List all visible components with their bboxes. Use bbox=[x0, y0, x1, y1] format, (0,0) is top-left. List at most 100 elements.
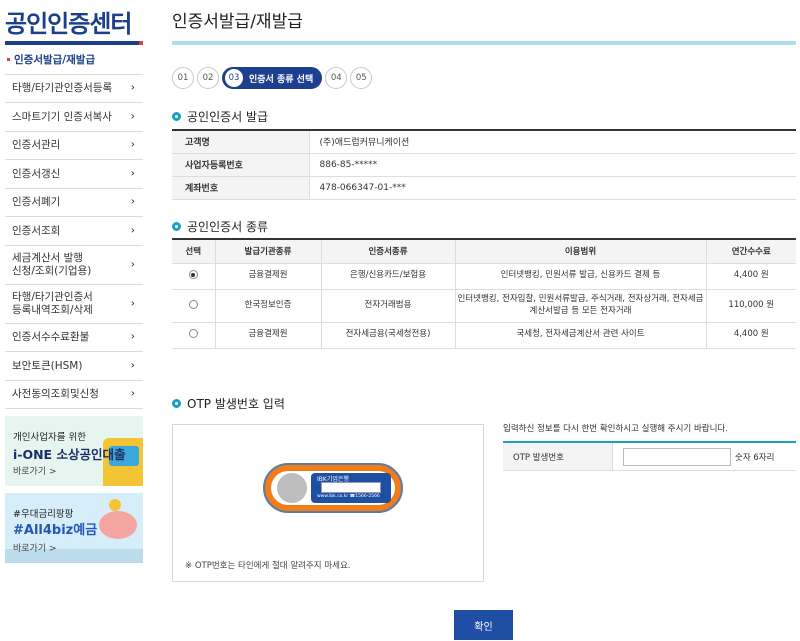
chevron-right-icon: › bbox=[130, 296, 135, 310]
sidebar-item-label: 인증서조회 bbox=[12, 224, 61, 237]
row-label: 계좌번호 bbox=[172, 176, 310, 200]
chevron-right-icon: › bbox=[130, 109, 135, 123]
section-bullet-icon bbox=[172, 112, 181, 121]
otp-number-input[interactable] bbox=[623, 447, 731, 466]
piggy-bank-icon bbox=[99, 511, 137, 539]
section-heading-cert-type: 공인인증서 종류 bbox=[172, 218, 268, 235]
sidebar-item-cert-revoke[interactable]: 인증서폐기 › bbox=[5, 189, 143, 217]
type-cell: 전자세금용(국세청전용) bbox=[321, 322, 456, 349]
type-cell: 전자거래범용 bbox=[321, 289, 456, 323]
otp-instruction: 입력하신 정보를 다시 한번 확인하시고 실행해 주시기 바랍니다. bbox=[503, 424, 728, 434]
otp-field-hint: 숫자 6자리 bbox=[735, 452, 775, 463]
customer-info-table: 고객명 (주)애드럽커뮤니케이션 사업자등록번호 886-85-***** 계좌… bbox=[172, 129, 796, 200]
scope-cell: 인터넷뱅킹, 전자입찰, 민원서류발급, 주식거래, 전자상거래, 전자세금계산… bbox=[455, 289, 707, 323]
sidebar-item-label: 인증서갱신 bbox=[12, 167, 61, 180]
otp-device-panel: IBK기업은행 www.ibk.co.kr ☎1566-2566 ※ OTP번호… bbox=[172, 424, 484, 582]
fee-cell: 4,400 원 bbox=[706, 263, 796, 290]
sidebar: 공인인증센터 인증서발급/재발급 타행/타기관인증서등록 › 스마트기기 인증서… bbox=[0, 0, 143, 641]
row-value: 478-066347-01-*** bbox=[309, 176, 796, 200]
step-03-active: 03 인증서 종류 선택 bbox=[222, 67, 323, 89]
table-row: 고객명 (주)애드럽커뮤니케이션 bbox=[172, 130, 796, 154]
chevron-right-icon: › bbox=[130, 80, 135, 94]
sidebar-item-smart-device-copy[interactable]: 스마트기기 인증서복사 › bbox=[5, 103, 143, 132]
table-row: 금융결제원 은행/신용카드/보험용 인터넷뱅킹, 민원서류 발급, 신용카드 결… bbox=[172, 263, 796, 290]
sidebar-item-hsm[interactable]: 보안토큰(HSM) › bbox=[5, 352, 143, 381]
sidebar-item-cert-renew[interactable]: 인증서갱신 › bbox=[5, 160, 143, 189]
select-cell bbox=[172, 263, 216, 290]
banner-all4biz-deposit[interactable]: #우대금리팡팡 #All4biz예금 바로가기 > bbox=[5, 493, 143, 563]
fee-cell: 4,400 원 bbox=[706, 322, 796, 349]
coin-icon bbox=[109, 499, 121, 511]
sidebar-item-label: 인증서발급/재발급 bbox=[14, 53, 96, 66]
banner-subtitle: 개인사업자를 위한 bbox=[13, 432, 86, 443]
table-row: 한국정보인증 전자거래범용 인터넷뱅킹, 전자입찰, 민원서류발급, 주식거래,… bbox=[172, 289, 796, 323]
step-02: 02 bbox=[197, 67, 219, 89]
sidebar-item-cert-issue[interactable]: 인증서발급/재발급 bbox=[5, 46, 143, 75]
select-cell bbox=[172, 289, 216, 323]
section-bullet-icon bbox=[172, 399, 181, 408]
sidebar-item-label: 스마트기기 인증서복사 bbox=[12, 110, 112, 123]
sidebar-item-tax-invoice[interactable]: 세금계산서 발행 신청/조회(기업용) › bbox=[5, 246, 143, 285]
active-bullet-icon bbox=[7, 58, 10, 61]
sidebar-item-label: 세금계산서 발행 신청/조회(기업용) bbox=[12, 252, 92, 277]
otp-input-table: OTP 발생번호 숫자 6자리 bbox=[503, 441, 796, 471]
step-indicator: 01 02 03 인증서 종류 선택 04 05 bbox=[172, 67, 375, 89]
sidebar-item-label: 타행/타기관인증서 등록내역조회/삭제 bbox=[12, 291, 93, 316]
column-header: 이용범위 bbox=[455, 239, 707, 264]
banner-title: #All4biz예금 bbox=[13, 523, 98, 538]
banner-subtitle: #우대금리팡팡 bbox=[13, 509, 74, 520]
org-cell: 한국정보인증 bbox=[215, 289, 322, 323]
step-04: 04 bbox=[325, 67, 348, 89]
step-number: 03 bbox=[225, 69, 243, 87]
chevron-right-icon: › bbox=[130, 358, 135, 372]
scope-cell: 국세청, 전자세금계산서 관련 사이트 bbox=[455, 322, 707, 349]
sidebar-item-cert-manage[interactable]: 인증서관리 › bbox=[5, 132, 143, 160]
sidebar-title-bar bbox=[5, 41, 143, 45]
section-heading-text: OTP 발생번호 입력 bbox=[187, 397, 285, 411]
otp-warning-note: ※ OTP번호는 타인에게 절대 알려주지 마세요. bbox=[185, 561, 351, 571]
chevron-right-icon: › bbox=[130, 137, 135, 151]
sidebar-item-cert-inquiry[interactable]: 인증서조회 › bbox=[5, 217, 143, 246]
column-header: 선택 bbox=[172, 239, 216, 264]
type-cell: 은행/신용카드/보험용 bbox=[321, 263, 456, 290]
otp-field-label: OTP 발생번호 bbox=[503, 443, 613, 470]
scope-cell: 인터넷뱅킹, 민원서류 발급, 신용카드 결제 등 bbox=[455, 263, 707, 290]
page-title: 인증서발급/재발급 bbox=[172, 12, 303, 32]
section-heading-text: 공인인증서 발급 bbox=[187, 110, 269, 124]
otp-token-button bbox=[277, 473, 307, 503]
banner-link[interactable]: 바로가기 > bbox=[13, 541, 57, 554]
column-header: 발급기관종류 bbox=[215, 239, 322, 264]
confirm-button[interactable]: 확인 bbox=[454, 610, 513, 640]
section-heading-issue: 공인인증서 발급 bbox=[172, 108, 268, 125]
sidebar-item-other-cert-history[interactable]: 타행/타기관인증서 등록내역조회/삭제 › bbox=[5, 285, 143, 324]
sidebar-item-prior-consent[interactable]: 사전동의조회및신청 › bbox=[5, 381, 143, 409]
banner-ione-loan[interactable]: 개인사업자를 위한 i-ONE 소상공인대출 바로가기 > bbox=[5, 416, 143, 486]
fee-cell: 110,000 원 bbox=[706, 289, 796, 323]
sidebar-item-label: 보안토큰(HSM) bbox=[12, 359, 83, 372]
sidebar-item-label: 인증서폐기 bbox=[12, 196, 61, 209]
section-heading-otp: OTP 발생번호 입력 bbox=[172, 395, 285, 412]
chevron-right-icon: › bbox=[130, 386, 135, 400]
otp-token-lcd bbox=[321, 482, 381, 493]
row-value: (주)애드럽커뮤니케이션 bbox=[309, 130, 796, 154]
table-row: 계좌번호 478-066347-01-*** bbox=[172, 176, 796, 200]
banner-link[interactable]: 바로가기 > bbox=[13, 464, 57, 477]
cert-radio-2[interactable] bbox=[188, 299, 198, 309]
step-05: 05 bbox=[350, 67, 373, 89]
cert-radio-1[interactable] bbox=[188, 270, 198, 280]
column-header: 연간수수료 bbox=[706, 239, 796, 264]
section-heading-text: 공인인증서 종류 bbox=[187, 220, 269, 234]
row-value: 886-85-***** bbox=[309, 153, 796, 177]
table-row: 사업자등록번호 886-85-***** bbox=[172, 153, 796, 177]
title-divider bbox=[172, 41, 796, 45]
sidebar-item-label: 타행/타기관인증서등록 bbox=[12, 82, 113, 95]
token-url-label: www.ibk.co.kr ☎1566-2566 bbox=[317, 494, 380, 499]
chevron-right-icon: › bbox=[130, 194, 135, 208]
column-header: 인증서종류 bbox=[321, 239, 456, 264]
sidebar-title: 공인인증센터 bbox=[5, 10, 132, 38]
cert-radio-3[interactable] bbox=[188, 329, 198, 339]
row-label: 사업자등록번호 bbox=[172, 153, 310, 177]
sidebar-item-fee-refund[interactable]: 인증서수수료환불 › bbox=[5, 324, 143, 352]
otp-token-face: IBK기업은행 www.ibk.co.kr ☎1566-2566 bbox=[311, 473, 391, 503]
sidebar-item-other-cert-register[interactable]: 타행/타기관인증서등록 › bbox=[5, 75, 143, 103]
